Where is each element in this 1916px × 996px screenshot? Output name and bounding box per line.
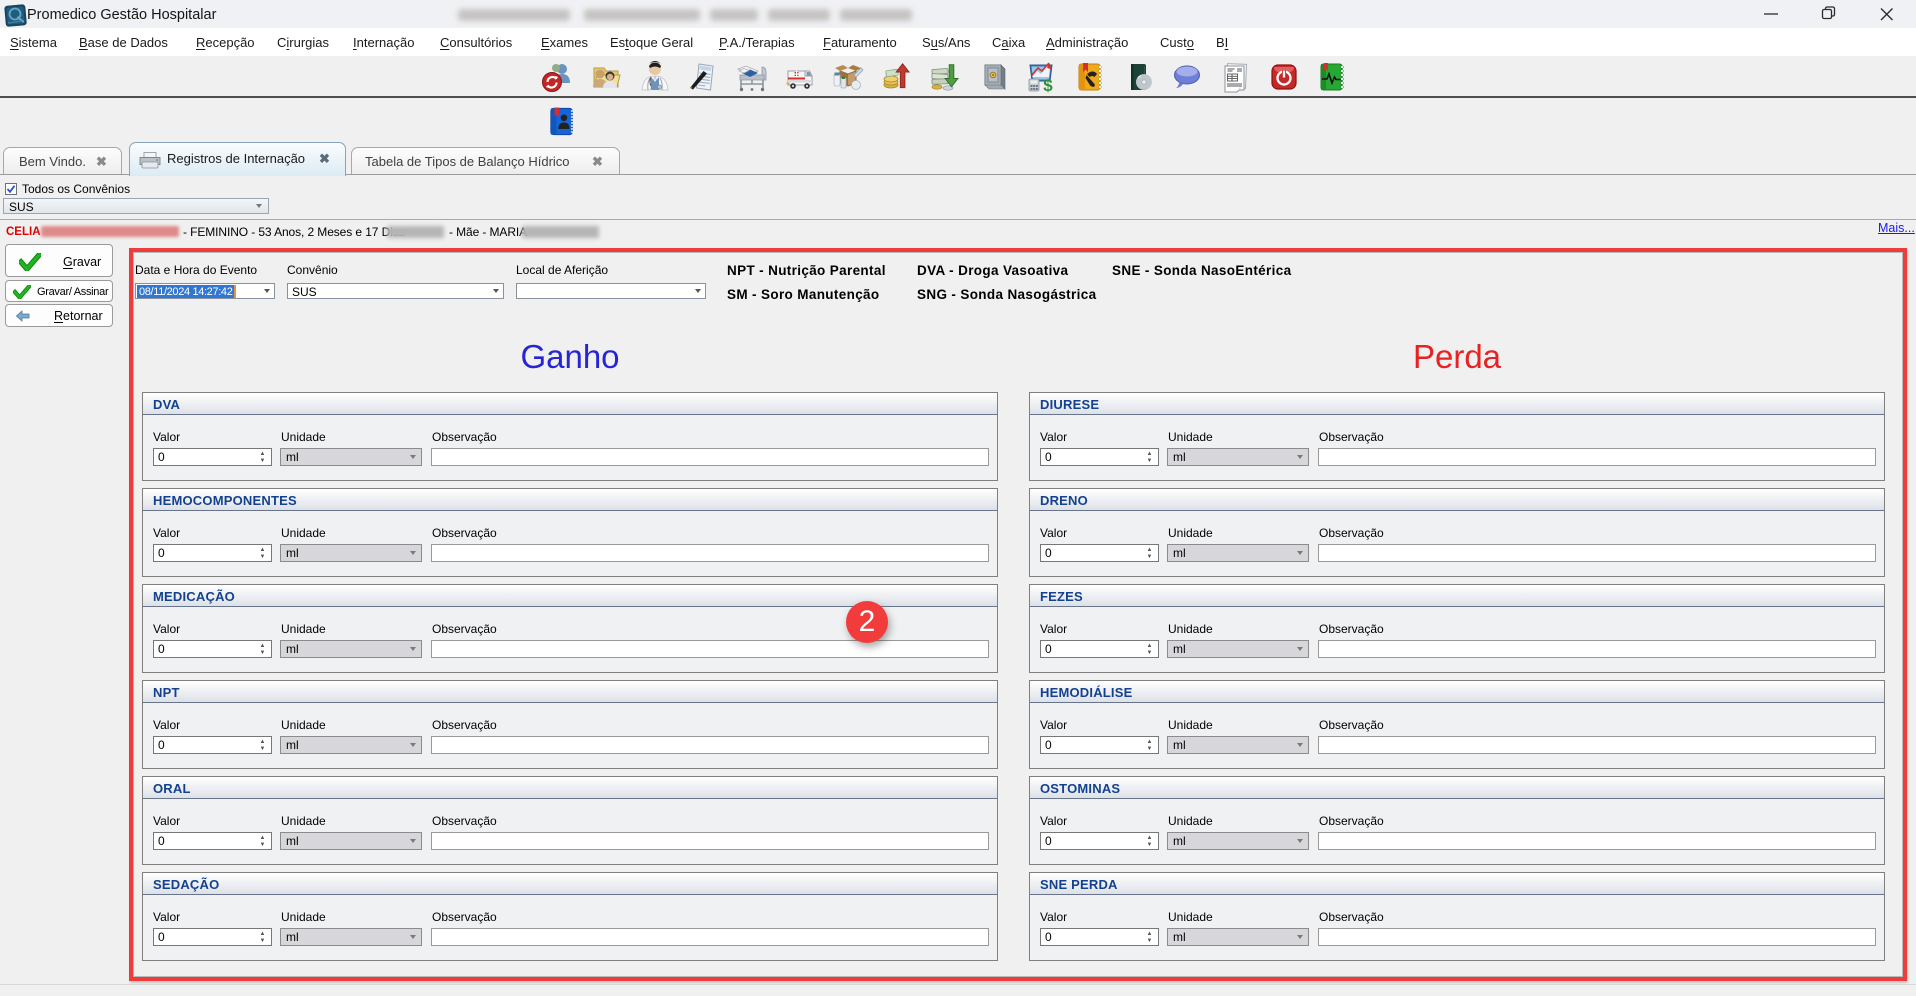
- svg-text:$: $: [1043, 76, 1053, 93]
